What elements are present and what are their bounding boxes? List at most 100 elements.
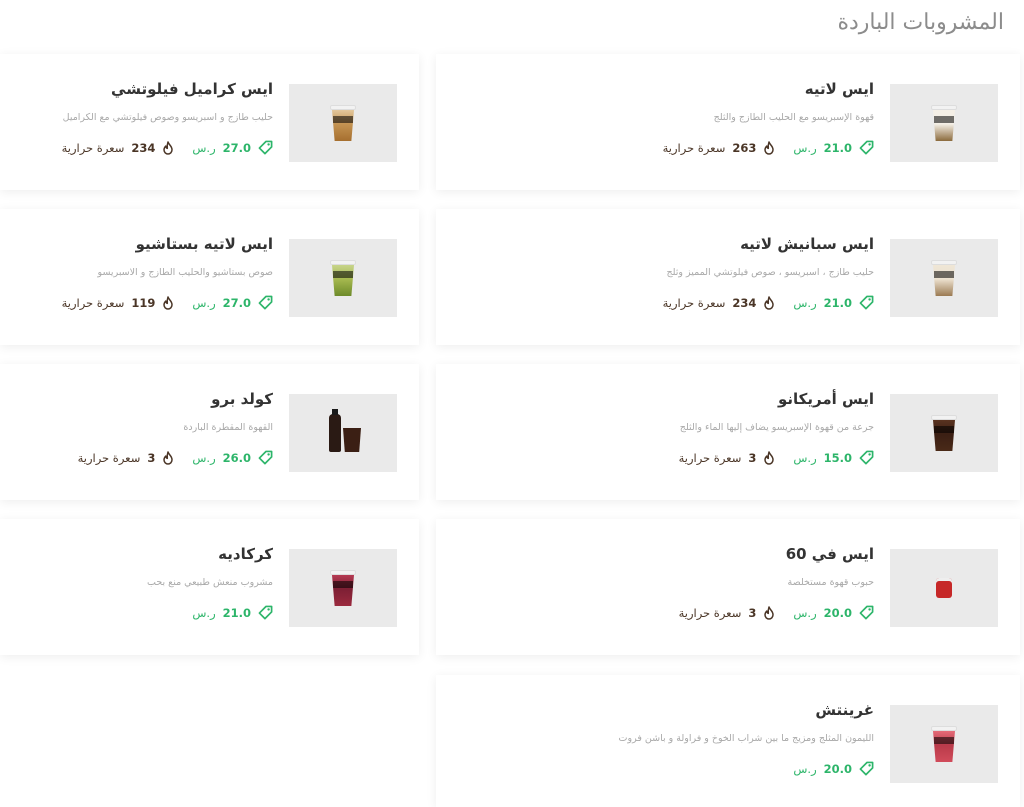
menu-item-card[interactable]: ايس سبانيش لاتيه حليب طازج ، اسبريسو ، ص…	[436, 209, 1020, 345]
item-meta: 26.0 ر.س 3 سعرة حرارية	[14, 450, 273, 465]
item-info: كركاديه مشروب منعش طبيعي منع بحب 21.0 ر.…	[14, 545, 273, 620]
currency-label: ر.س	[192, 140, 216, 155]
item-description: الليمون المثلج ومزيج ما بين شراب الخوخ و…	[618, 733, 874, 744]
section-title: المشروبات الباردة	[837, 10, 1004, 35]
item-meta: 27.0 ر.س 119 سعرة حرارية	[14, 295, 273, 310]
drink-thumbnail[interactable]	[890, 549, 998, 627]
calories-value: 3	[147, 450, 156, 465]
item-info: ايس كراميل فيلوتشي حليب طازج و اسبريسو و…	[14, 80, 273, 155]
item-calories: 234 سعرة حرارية	[663, 296, 776, 310]
price-value: 27.0	[222, 295, 251, 310]
calories-label: سعرة حرارية	[678, 450, 742, 465]
drink-thumbnail[interactable]	[890, 705, 998, 783]
item-description: حليب طازج ، اسبريسو ، صوص فيلوتشي المميز…	[666, 267, 874, 278]
calories-label: سعرة حرارية	[77, 450, 141, 465]
item-meta: 21.0 ر.س 234 سعرة حرارية	[450, 295, 874, 310]
menu-item-card[interactable]: ايس لاتيه قهوة الإسبريسو مع الحليب الطاز…	[436, 54, 1020, 190]
item-name: ايس كراميل فيلوتشي	[111, 80, 273, 98]
item-meta: 20.0 ر.س	[450, 761, 874, 776]
item-name: ايس لاتيه	[804, 80, 874, 98]
price-tag-icon	[258, 605, 273, 620]
currency-label: ر.س	[793, 450, 817, 465]
menu-item-card[interactable]: ايس كراميل فيلوتشي حليب طازج و اسبريسو و…	[0, 54, 419, 190]
price-tag-icon	[859, 605, 874, 620]
calories-value: 263	[732, 140, 757, 155]
flame-icon	[162, 295, 174, 310]
item-info: كولد برو القهوة المقطرة الباردة 26.0 ر.س…	[14, 390, 273, 465]
currency-label: ر.س	[192, 450, 216, 465]
item-price: 21.0 ر.س	[192, 605, 273, 620]
currency-label: ر.س	[192, 605, 216, 620]
flame-icon	[763, 295, 775, 310]
price-tag-icon	[859, 761, 874, 776]
drink-thumbnail[interactable]	[289, 549, 397, 627]
calories-label: سعرة حرارية	[61, 295, 125, 310]
price-value: 20.0	[823, 761, 852, 776]
item-name: ايس لاتيه بستاشيو	[135, 235, 273, 253]
item-meta: 20.0 ر.س 3 سعرة حرارية	[450, 605, 874, 620]
item-calories: 119 سعرة حرارية	[62, 296, 175, 310]
item-name: ايس في 60	[785, 545, 874, 563]
menu-item-card[interactable]: كركاديه مشروب منعش طبيعي منع بحب 21.0 ر.…	[0, 519, 419, 655]
item-info: ايس سبانيش لاتيه حليب طازج ، اسبريسو ، ص…	[450, 235, 874, 310]
item-meta: 21.0 ر.س 263 سعرة حرارية	[450, 140, 874, 155]
item-price: 27.0 ر.س	[192, 295, 273, 310]
drink-cup-image	[330, 105, 356, 141]
currency-label: ر.س	[793, 605, 817, 620]
menu-item-card[interactable]: ايس لاتيه بستاشيو صوص بستاشيو والحليب ال…	[0, 209, 419, 345]
flame-icon	[162, 450, 174, 465]
menu-item-card[interactable]: كولد برو القهوة المقطرة الباردة 26.0 ر.س…	[0, 364, 419, 500]
item-calories: 3 سعرة حرارية	[679, 451, 776, 465]
item-description: مشروب منعش طبيعي منع بحب	[147, 577, 273, 588]
drink-cup-image	[330, 570, 356, 606]
price-value: 20.0	[823, 605, 852, 620]
item-name: ايس أمريكانو	[778, 390, 874, 408]
calories-value: 234	[131, 140, 156, 155]
menu-item-card[interactable]: غرينتش الليمون المثلج ومزيج ما بين شراب …	[436, 675, 1020, 807]
drink-thumbnail[interactable]	[289, 394, 397, 472]
item-description: القهوة المقطرة الباردة	[183, 422, 273, 433]
drink-thumbnail[interactable]	[289, 239, 397, 317]
drink-cup-image	[931, 105, 957, 141]
item-calories: 263 سعرة حرارية	[663, 141, 776, 155]
flame-icon	[763, 140, 775, 155]
item-info: غرينتش الليمون المثلج ومزيج ما بين شراب …	[450, 701, 874, 776]
item-price: 26.0 ر.س	[192, 450, 273, 465]
calories-label: سعرة حرارية	[662, 140, 726, 155]
item-price: 21.0 ر.س	[793, 295, 874, 310]
calories-value: 119	[131, 295, 156, 310]
v60-can-image	[936, 578, 952, 598]
calories-label: سعرة حرارية	[662, 295, 726, 310]
price-tag-icon	[859, 450, 874, 465]
calories-value: 3	[748, 605, 757, 620]
item-price: 27.0 ر.س	[192, 140, 273, 155]
drink-thumbnail[interactable]	[289, 84, 397, 162]
drink-thumbnail[interactable]	[890, 84, 998, 162]
drink-cup-image	[931, 415, 957, 451]
drink-thumbnail[interactable]	[890, 394, 998, 472]
item-description: حليب طازج و اسبريسو وصوص فيلوتشي مع الكر…	[62, 112, 273, 123]
drink-thumbnail[interactable]	[890, 239, 998, 317]
item-description: صوص بستاشيو والحليب الطازج و الاسبريسو	[97, 267, 273, 278]
flame-icon	[763, 450, 775, 465]
drink-cup-image	[330, 260, 356, 296]
menu-item-card[interactable]: ايس في 60 حبوب قهوة مستخلصة 20.0 ر.س 3 س…	[436, 519, 1020, 655]
item-name: ايس سبانيش لاتيه	[740, 235, 874, 253]
price-value: 21.0	[823, 295, 852, 310]
item-info: ايس في 60 حبوب قهوة مستخلصة 20.0 ر.س 3 س…	[450, 545, 874, 620]
menu-item-card[interactable]: ايس أمريكانو جرعة من قهوة الإسبريسو يضاف…	[436, 364, 1020, 500]
price-value: 15.0	[823, 450, 852, 465]
calories-label: سعرة حرارية	[61, 140, 125, 155]
price-tag-icon	[258, 140, 273, 155]
price-tag-icon	[859, 295, 874, 310]
item-meta: 15.0 ر.س 3 سعرة حرارية	[450, 450, 874, 465]
drink-cup-image	[931, 726, 957, 762]
price-value: 27.0	[222, 140, 251, 155]
item-calories: 234 سعرة حرارية	[62, 141, 175, 155]
flame-icon	[763, 605, 775, 620]
calories-value: 234	[732, 295, 757, 310]
item-calories: 3 سعرة حرارية	[78, 451, 175, 465]
item-name: كركاديه	[218, 545, 273, 563]
item-price: 20.0 ر.س	[793, 605, 874, 620]
currency-label: ر.س	[793, 761, 817, 776]
